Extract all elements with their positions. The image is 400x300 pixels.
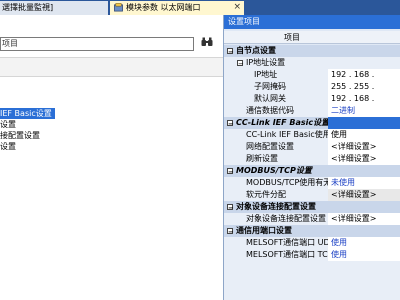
row-label: IP地址设置: [246, 58, 286, 67]
module-parameter-icon: [114, 3, 123, 12]
collapse-icon[interactable]: −: [227, 228, 234, 236]
selected-cell[interactable]: [328, 117, 400, 129]
group-communication-port[interactable]: − 通信用端口设置: [224, 225, 400, 237]
panel-title: 设置项目: [224, 15, 400, 29]
row-value[interactable]: 二进制: [331, 105, 355, 117]
document-tab-bar: 選擇批量監視] 模块参数 以太网端口 ×: [0, 0, 400, 15]
tree-item-setting[interactable]: 设置: [0, 119, 16, 130]
detail-setting-button[interactable]: <详细设置>: [331, 153, 376, 165]
row-network-config[interactable]: 网络配置设置 <详细设置>: [224, 141, 400, 153]
collapse-icon[interactable]: −: [227, 204, 234, 212]
tab-batch-monitor[interactable]: 選擇批量監視]: [0, 1, 108, 15]
row-label: 网络配置设置: [246, 142, 294, 151]
row-subnet-mask[interactable]: 子网掩码 255 . 255 .: [224, 81, 400, 93]
row-target-device-connection[interactable]: 对象设备连接配置设置 <详细设置>: [224, 213, 400, 225]
row-label: 自节点设置: [236, 46, 276, 55]
row-value[interactable]: 使用: [331, 129, 347, 141]
row-device-assignment[interactable]: 软元件分配 <详细设置>: [224, 189, 400, 201]
row-value[interactable]: 192 . 168 .: [331, 93, 374, 105]
group-ip-address[interactable]: − IP地址设置: [224, 57, 400, 69]
tab-label: 模块参数 以太网端口: [126, 3, 201, 12]
row-label: 对象设备连接配置设置: [236, 202, 316, 211]
collapse-icon[interactable]: −: [227, 168, 234, 176]
collapse-icon[interactable]: −: [237, 60, 244, 68]
row-label: 通信数据代码: [246, 106, 294, 115]
row-label: 子网掩码: [254, 82, 286, 91]
row-label: CC-Link IEF Basic设置: [236, 118, 330, 127]
row-cclink-use[interactable]: CC-Link IEF Basic使用有无 使用: [224, 129, 400, 141]
group-cclink-ief-basic[interactable]: − CC-Link IEF Basic设置: [224, 117, 400, 129]
row-label: 通信用端口设置: [236, 226, 292, 235]
detail-setting-button[interactable]: <详细设置>: [331, 141, 376, 153]
row-value[interactable]: 使用: [331, 237, 347, 249]
detail-setting-button[interactable]: <详细设置>: [331, 189, 376, 201]
group-own-node[interactable]: − 自节点设置: [224, 45, 400, 57]
row-communication-data-code[interactable]: 通信数据代码 二进制: [224, 105, 400, 117]
group-target-device-connection[interactable]: − 对象设备连接配置设置: [224, 201, 400, 213]
row-melsoft-tcp[interactable]: MELSOFT通信端口 TCP/IP 使用: [224, 249, 400, 261]
row-label: MODBUS/TCP使用有无: [246, 178, 332, 187]
row-label: MODBUS/TCP设置: [236, 166, 312, 175]
row-value[interactable]: 使用: [331, 249, 347, 261]
collapse-icon[interactable]: −: [227, 48, 234, 56]
collapse-icon[interactable]: −: [227, 120, 234, 128]
binoculars-icon[interactable]: [200, 37, 214, 51]
column-header-item: 项目: [284, 33, 300, 42]
row-modbus-use[interactable]: MODBUS/TCP使用有无 未使用: [224, 177, 400, 189]
column-header: 项目: [224, 31, 400, 44]
tab-module-parameter-ethernet[interactable]: 模块参数 以太网端口 ×: [110, 1, 244, 15]
group-modbus-tcp[interactable]: − MODBUS/TCP设置: [224, 165, 400, 177]
tree-item-connection-config[interactable]: 接配置设置: [0, 130, 40, 141]
row-label: 刷新设置: [246, 154, 278, 163]
row-label: 软元件分配: [246, 190, 286, 199]
row-refresh-setting[interactable]: 刷新设置 <详细设置>: [224, 153, 400, 165]
tree-item-cclink-ief-basic[interactable]: IEF Basic设置: [0, 108, 55, 119]
row-label: IP地址: [254, 70, 278, 79]
grid-empty-area: [224, 261, 400, 300]
setting-item-grid: 设置项目 项目 − 自节点设置 − IP地址设置 IP地址 192 . 168 …: [223, 15, 400, 300]
row-value[interactable]: 未使用: [331, 177, 355, 189]
row-value[interactable]: 192 . 168 .: [331, 69, 374, 81]
close-icon[interactable]: ×: [233, 1, 241, 14]
row-melsoft-udp[interactable]: MELSOFT通信端口 UDP/IP 使用: [224, 237, 400, 249]
search-input[interactable]: 项目: [0, 37, 194, 51]
tree-header: [0, 57, 223, 77]
row-value[interactable]: 255 . 255 .: [331, 81, 374, 93]
row-label: 对象设备连接配置设置: [246, 214, 326, 223]
tree-item-setting-2[interactable]: 设置: [0, 141, 16, 152]
row-label: 默认网关: [254, 94, 286, 103]
detail-setting-button[interactable]: <详细设置>: [331, 213, 376, 225]
row-ip-address[interactable]: IP地址 192 . 168 .: [224, 69, 400, 81]
row-default-gateway[interactable]: 默认网关 192 . 168 .: [224, 93, 400, 105]
setting-item-tree-panel: 项目 IEF Basic设置 设置 接配置设置 设置: [0, 15, 223, 300]
